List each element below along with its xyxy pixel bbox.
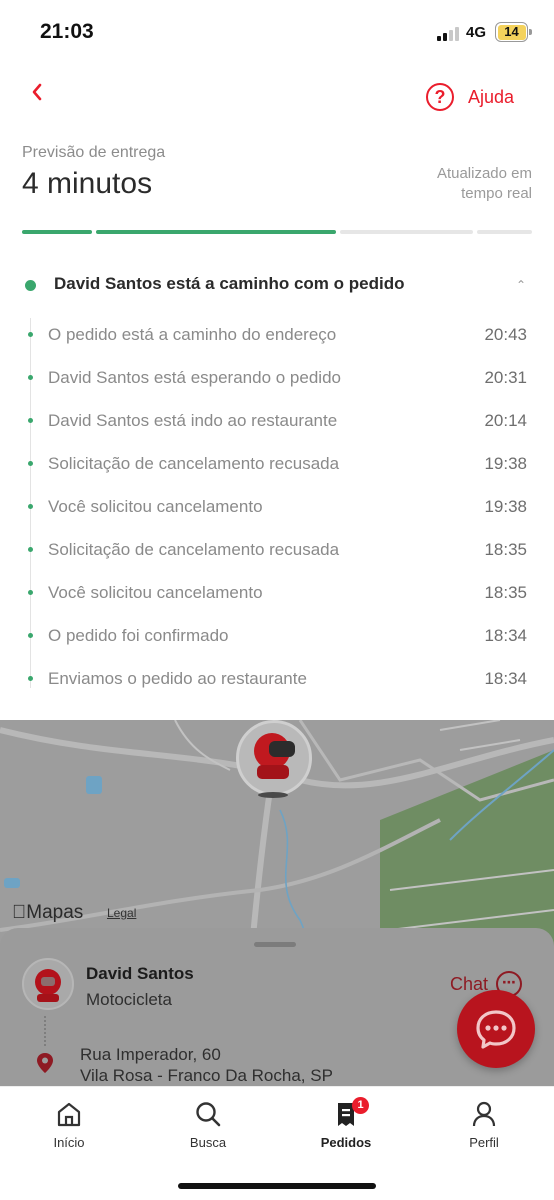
status-time: 21:03 xyxy=(40,20,94,43)
status-dot xyxy=(25,280,36,291)
eta-label: Previsão de entrega xyxy=(22,144,166,161)
chevron-up-icon[interactable]: ⌃ xyxy=(516,278,526,292)
avatar xyxy=(22,958,74,1010)
step-text: Você solicitou cancelamento xyxy=(48,497,263,516)
step-dot xyxy=(28,332,33,337)
search-icon xyxy=(196,1102,221,1127)
step-text: David Santos está esperando o pedido xyxy=(48,368,341,387)
timeline-step: Enviamos o pedido ao restaurante 18:34 xyxy=(22,664,532,694)
courier-name: David Santos xyxy=(86,964,194,983)
timeline-step: David Santos está esperando o pedido 20:3… xyxy=(22,363,532,393)
tab-perfil[interactable]: Perfil xyxy=(434,1099,534,1150)
network-type: 4G xyxy=(466,24,487,41)
sheet-handle[interactable] xyxy=(254,942,296,947)
tab-busca[interactable]: Busca xyxy=(158,1099,258,1150)
step-dot xyxy=(28,676,33,681)
tab-label: Perfil xyxy=(469,1135,499,1150)
step-dot xyxy=(28,375,33,380)
motorcycle-helmet-icon xyxy=(254,733,295,779)
profile-icon xyxy=(472,1101,496,1127)
maps-attribution: Mapas xyxy=(12,902,83,923)
step-text: Solicitação de cancelamento recusada xyxy=(48,540,340,559)
tab-label: Início xyxy=(53,1135,85,1150)
timeline-step: Solicitação de cancelamento recusada 18:3… xyxy=(22,535,532,565)
timeline-step: O pedido está a caminho do endereço 20:43 xyxy=(22,320,532,350)
address-line-1: Rua Imperador, 60 xyxy=(80,1045,221,1064)
progress-segment xyxy=(22,230,92,234)
step-dot xyxy=(28,547,33,552)
step-text: Enviamos o pedido ao restaurante xyxy=(48,669,307,688)
chat-icon xyxy=(476,1010,516,1049)
back-button[interactable] xyxy=(30,80,56,110)
courier-vehicle: Motocicleta xyxy=(86,990,172,1009)
timeline-step: Solicitação de cancelamento recusada 19:3… xyxy=(22,449,532,479)
current-status[interactable]: David Santos está a caminho com o pedido… xyxy=(22,270,532,304)
chat-fab-button[interactable] xyxy=(457,990,535,1068)
timeline-step: O pedido foi confirmado 18:34 xyxy=(22,621,532,651)
status-bar: 21:03 4G 14 xyxy=(0,0,554,66)
progress-segment xyxy=(96,230,336,234)
question-circle-icon: ? xyxy=(426,83,454,111)
help-button[interactable]: ? Ajuda xyxy=(426,82,514,112)
step-dot xyxy=(28,590,33,595)
step-time: 19:38 xyxy=(484,454,527,473)
step-time: 18:35 xyxy=(484,583,527,602)
step-time: 20:14 xyxy=(484,411,527,430)
step-text: Solicitação de cancelamento recusada xyxy=(48,454,340,473)
step-dot xyxy=(28,418,33,423)
location-pin-icon xyxy=(37,1053,53,1073)
tab-label: Busca xyxy=(189,1135,227,1150)
step-dot xyxy=(28,461,33,466)
timeline-step: Você solicitou cancelamento 19:38 xyxy=(22,492,532,522)
progress-segment xyxy=(477,230,532,234)
help-label: Ajuda xyxy=(468,86,515,107)
current-status-text: David Santos está a caminho com o pedido xyxy=(54,274,405,293)
marker-shadow xyxy=(258,792,288,798)
signal-icon xyxy=(437,27,461,41)
maps-legal-link[interactable]: Legal xyxy=(107,906,136,920)
step-text: Você solicitou cancelamento xyxy=(48,583,263,602)
home-indicator[interactable] xyxy=(178,1183,376,1189)
timeline-step: Você solicitou cancelamento 18:35 xyxy=(22,578,532,608)
step-text: O pedido foi confirmado xyxy=(48,626,229,645)
tab-inicio[interactable]: Início xyxy=(19,1099,119,1150)
tab-pedidos[interactable]: 1 Pedidos xyxy=(296,1097,396,1150)
battery-nub xyxy=(529,29,532,35)
tab-label: Pedidos xyxy=(320,1135,372,1150)
updated-label: Atualizado em tempo real xyxy=(436,165,532,202)
chevron-left-icon xyxy=(32,83,42,101)
battery-level: 14 xyxy=(497,24,526,40)
home-icon xyxy=(57,1102,81,1127)
battery-icon: 14 xyxy=(495,22,528,42)
step-time: 19:38 xyxy=(484,497,527,516)
step-time: 18:34 xyxy=(484,669,527,688)
progress-segment xyxy=(340,230,473,234)
step-dot xyxy=(28,504,33,509)
courier-marker xyxy=(236,720,312,796)
step-time: 18:35 xyxy=(484,540,527,559)
delivery-progress xyxy=(22,230,532,235)
eta-value: 4 minutos xyxy=(22,167,153,200)
step-dot xyxy=(28,633,33,638)
timeline-step: David Santos está indo ao restaurante 20:… xyxy=(22,406,532,436)
step-text: O pedido está a caminho do endereço xyxy=(48,325,337,344)
step-text: David Santos está indo ao restaurante xyxy=(48,411,338,430)
route-connector xyxy=(44,1016,46,1046)
courier-avatar-icon xyxy=(35,969,61,1002)
step-time: 18:34 xyxy=(484,626,527,645)
address-line-2: Vila Rosa - Franco Da Rocha, SP xyxy=(80,1066,333,1085)
step-time: 20:43 xyxy=(484,325,527,344)
orders-badge: 1 xyxy=(352,1097,369,1114)
step-time: 20:31 xyxy=(484,368,527,387)
